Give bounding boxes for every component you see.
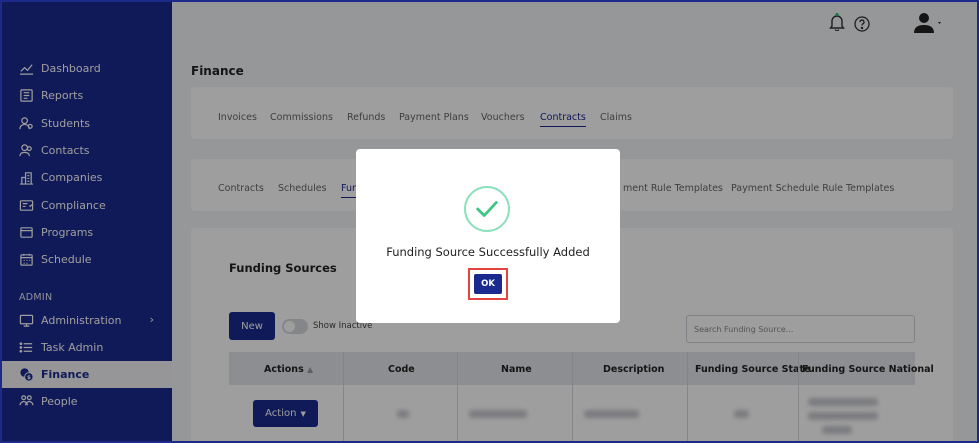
check-circle-icon [464,186,510,232]
ok-button-highlight: OK [468,268,508,300]
ok-button[interactable]: OK [474,274,502,294]
success-dialog: Funding Source Successfully Added OK [356,149,620,323]
app-window: Dashboard Reports Students Contacts Comp… [0,0,979,443]
dialog-message: Funding Source Successfully Added [386,245,590,259]
